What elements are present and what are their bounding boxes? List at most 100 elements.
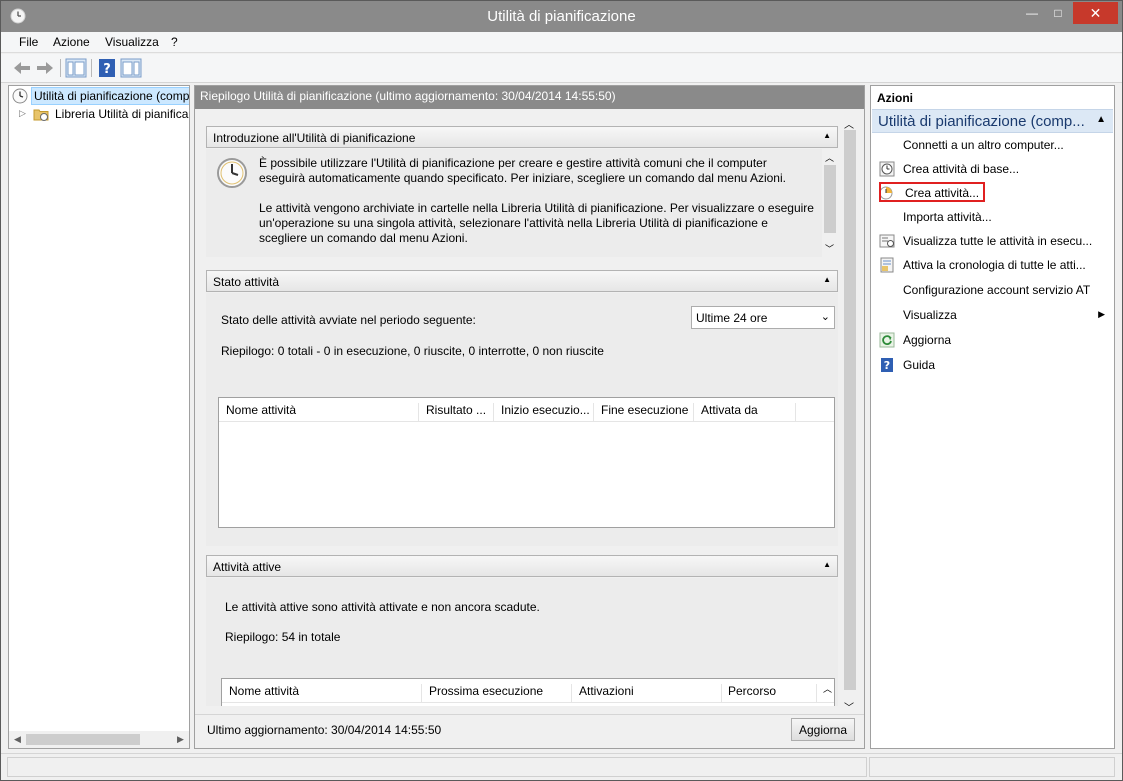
intro-line: eseguirà automaticamente quando specific…: [259, 171, 786, 185]
column-header[interactable]: Inizio esecuzio...: [494, 403, 594, 421]
menu-visualizza[interactable]: Visualizza: [105, 35, 159, 49]
expand-arrow-icon[interactable]: ▷: [19, 108, 26, 119]
column-header[interactable]: Risultato ...: [419, 403, 494, 421]
collapse-icon[interactable]: ▲: [823, 131, 831, 140]
actions-title: Azioni: [877, 91, 913, 105]
tree-horizontal-scrollbar[interactable]: ◀ ▶: [9, 731, 189, 748]
minimize-button[interactable]: —: [1020, 2, 1044, 24]
action-create-task[interactable]: Crea attività...: [875, 182, 1111, 204]
scroll-thumb[interactable]: [844, 130, 856, 690]
scroll-thumb[interactable]: [26, 734, 140, 745]
svg-text:?: ?: [884, 359, 890, 372]
history-icon: [880, 257, 894, 273]
tree-label-library[interactable]: Libreria Utilità di pianifica: [52, 105, 189, 123]
action-label[interactable]: Aggiorna: [903, 333, 951, 347]
active-table: Nome attività Prossima esecuzione Attiva…: [221, 678, 835, 706]
column-header[interactable]: Fine esecuzione: [594, 403, 694, 421]
action-label[interactable]: Importa attività...: [903, 210, 992, 224]
intro-scrollbar[interactable]: ︿ ﹀: [822, 149, 838, 257]
tree-label-root[interactable]: Utilità di pianificazione (comp: [31, 87, 189, 105]
refresh-icon: [879, 332, 895, 348]
toolbar: ?: [1, 54, 1122, 83]
action-enable-history[interactable]: Attiva la cronologia di tutte le atti...: [875, 255, 1111, 275]
intro-line: È possibile utilizzare l'Utilità di pian…: [259, 156, 767, 170]
window-title: Utilità di pianificazione: [487, 8, 636, 25]
submenu-arrow-icon: ▶: [1098, 309, 1105, 319]
active-summary: Riepilogo: 54 in totale: [225, 630, 341, 644]
action-create-basic-task[interactable]: Crea attività di base...: [875, 159, 1111, 179]
status-section-title: Stato attività: [213, 275, 280, 289]
column-header[interactable]: Nome attività: [219, 403, 419, 421]
intro-line: un'operazione su una singola attività, s…: [259, 216, 768, 230]
forward-arrow-icon[interactable]: [34, 58, 56, 78]
summary-vertical-scrollbar[interactable]: ︿ ﹀: [841, 116, 858, 714]
scroll-up-icon[interactable]: ︿: [825, 151, 834, 164]
close-button[interactable]: ✕: [1073, 2, 1118, 24]
actions-pane: Azioni Utilità di pianificazione (comp..…: [870, 85, 1115, 749]
status-section-body: Stato delle attività avviate nel periodo…: [206, 293, 838, 546]
active-description: Le attività attive sono attività attivat…: [225, 600, 540, 614]
action-at-service-account[interactable]: Configurazione account servizio AT: [875, 280, 1111, 300]
action-connect[interactable]: Connetti a un altro computer...: [875, 135, 1111, 155]
scroll-right-icon[interactable]: ▶: [172, 731, 189, 748]
menu-file[interactable]: File: [19, 35, 38, 49]
column-header[interactable]: Attivazioni: [572, 684, 722, 702]
action-import-task[interactable]: Importa attività...: [875, 207, 1111, 227]
clock-icon: [879, 161, 895, 177]
show-hide-tree-icon[interactable]: [65, 58, 87, 78]
action-label[interactable]: Connetti a un altro computer...: [903, 138, 1064, 152]
scroll-down-icon[interactable]: ﹀: [825, 242, 834, 255]
actions-group-header[interactable]: Utilità di pianificazione (comp... ▲: [872, 109, 1113, 133]
period-select[interactable]: Ultime 24 ore ⌄: [691, 306, 835, 329]
status-table: Nome attività Risultato ... Inizio esecu…: [218, 397, 835, 528]
column-header[interactable]: Nome attività: [222, 684, 422, 702]
action-label[interactable]: Crea attività di base...: [903, 162, 1019, 176]
help-icon[interactable]: ?: [96, 58, 118, 78]
action-label[interactable]: Guida: [903, 358, 935, 372]
period-label: Stato delle attività avviate nel periodo…: [221, 313, 476, 327]
scroll-down-icon[interactable]: ﹀: [844, 699, 854, 714]
menu-bar: File Azione Visualizza ?: [1, 32, 1122, 53]
action-view-menu[interactable]: Visualizza ▶: [875, 305, 1111, 325]
column-header[interactable]: Percorso: [722, 684, 817, 702]
refresh-button[interactable]: Aggiorna: [791, 718, 855, 741]
action-view-running[interactable]: Visualizza tutte le attività in esecu...: [875, 231, 1111, 251]
maximize-button[interactable]: □: [1046, 2, 1070, 24]
clock-icon: [12, 88, 28, 104]
status-summary: Riepilogo: 0 totali - 0 in esecuzione, 0…: [221, 344, 604, 358]
action-label[interactable]: Visualizza: [903, 308, 957, 322]
svg-text:?: ?: [103, 62, 111, 77]
show-hide-action-pane-icon[interactable]: [120, 58, 142, 78]
menu-help[interactable]: ?: [171, 35, 178, 49]
action-refresh[interactable]: Aggiorna: [875, 330, 1111, 350]
collapse-icon[interactable]: ▲: [823, 560, 831, 569]
intro-section-header[interactable]: Introduzione all'Utilità di pianificazio…: [206, 126, 838, 148]
title-bar: Utilità di pianificazione — □ ✕: [1, 1, 1122, 32]
summary-header: Riepilogo Utilità di pianificazione (ult…: [195, 86, 864, 109]
column-header[interactable]: Prossima esecuzione: [422, 684, 572, 702]
collapse-icon[interactable]: ▲: [823, 275, 831, 284]
active-section-header[interactable]: Attività attive ▲: [206, 555, 838, 577]
menu-azione[interactable]: Azione: [53, 35, 90, 49]
action-help[interactable]: ? Guida: [875, 355, 1111, 375]
status-bar-cell: [869, 757, 1115, 777]
column-header[interactable]: Attivata da: [694, 403, 796, 421]
help-icon: ?: [881, 358, 893, 372]
tree-item-library[interactable]: ▷ Libreria Utilità di pianifica: [9, 105, 189, 123]
action-label[interactable]: Attiva la cronologia di tutte le atti...: [903, 258, 1086, 272]
scroll-thumb[interactable]: [824, 165, 836, 233]
chevron-down-icon: ⌄: [820, 311, 830, 323]
tree-item-root[interactable]: Utilità di pianificazione (comp: [9, 87, 189, 105]
action-label[interactable]: Visualizza tutte le attività in esecu...: [903, 234, 1092, 248]
console-tree: Utilità di pianificazione (comp ▷ Librer…: [8, 85, 190, 749]
collapse-icon[interactable]: ▲: [1096, 114, 1106, 125]
task-list-icon: [879, 234, 895, 248]
back-arrow-icon[interactable]: [11, 58, 33, 78]
status-section-header[interactable]: Stato attività ▲: [206, 270, 838, 292]
scroll-left-icon[interactable]: ◀: [9, 731, 26, 748]
action-label[interactable]: Configurazione account servizio AT: [903, 283, 1090, 297]
app-window: Utilità di pianificazione — □ ✕ File Azi…: [0, 0, 1123, 781]
action-label[interactable]: Crea attività...: [879, 182, 986, 202]
scroll-up-icon[interactable]: ︿: [823, 682, 832, 695]
scroll-up-icon[interactable]: ︿: [844, 116, 854, 131]
